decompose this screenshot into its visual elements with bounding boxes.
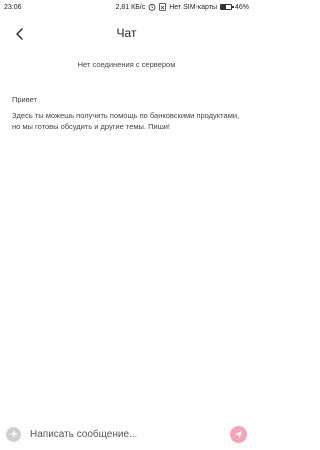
add-attachment-button[interactable]: [6, 426, 21, 442]
back-button[interactable]: [10, 24, 30, 44]
sim-status: Нет SIM-карты: [169, 3, 217, 11]
message-greeting: Привет: [12, 95, 38, 104]
message-input[interactable]: [30, 424, 230, 444]
chevron-left-icon: [16, 28, 23, 40]
composer-bar: [0, 418, 253, 450]
status-time: 23:06: [4, 3, 22, 11]
send-button[interactable]: [230, 425, 247, 443]
no-sim-icon: [159, 3, 167, 11]
send-icon: [234, 430, 243, 438]
connection-status: Нет соединения с сервером: [77, 60, 176, 69]
chat-screen: 23:06 2,81 КБ/с Нет SIM-карты 46% Чат Не…: [0, 0, 253, 450]
plus-icon: [10, 430, 17, 438]
message-text: Здесь ты можешь получить помощь по банко…: [12, 111, 240, 131]
battery-fill: [220, 5, 226, 9]
page-title: Чат: [116, 26, 137, 40]
battery-percent: 46%: [234, 3, 249, 11]
alarm-icon: [148, 3, 156, 11]
header: Чат: [0, 14, 253, 52]
network-speed: 2,81 КБ/с: [115, 3, 146, 11]
bot-message: Привет Здесь ты можешь получить помощь п…: [12, 95, 244, 132]
battery-icon: [219, 4, 234, 10]
status-bar: 23:06 2,81 КБ/с Нет SIM-карты 46%: [0, 0, 253, 14]
status-indicators: 2,81 КБ/с Нет SIM-карты 46%: [116, 3, 249, 11]
